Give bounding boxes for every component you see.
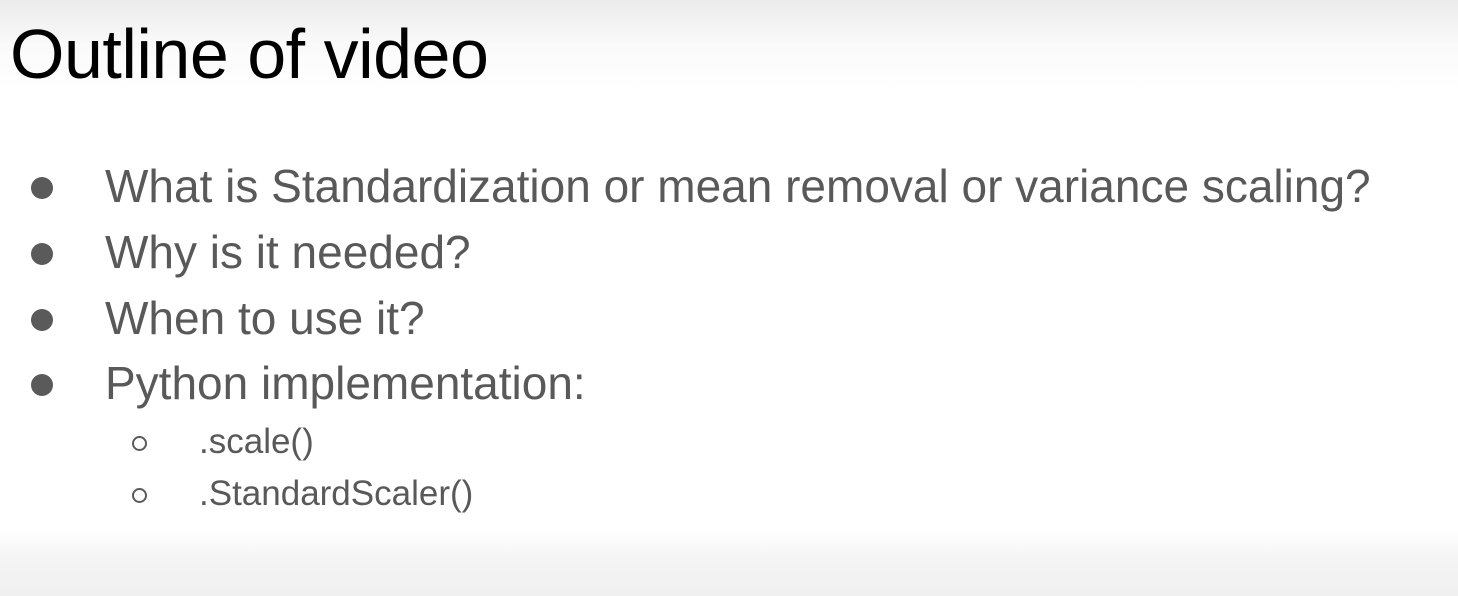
bullet-dot-icon: [31, 309, 53, 331]
sub-bullet-ring-icon: [132, 488, 147, 503]
bullet-item-when-to-use: When to use it?: [0, 290, 1458, 346]
sub-bullet-ring-icon: [132, 436, 147, 451]
bullet-text: Python implementation:: [105, 357, 586, 409]
sub-bullet-text: .StandardScaler(): [199, 474, 474, 513]
sub-bullet-item-scale: .scale(): [0, 420, 1458, 464]
bullet-item-python-implementation: Python implementation:: [0, 355, 1458, 411]
bullet-item-standardization: What is Standardization or mean removal …: [0, 158, 1458, 214]
sub-bullet-text: .scale(): [199, 422, 314, 461]
slide: Outline of video What is Standardization…: [0, 0, 1458, 596]
bullet-dot-icon: [31, 177, 53, 199]
bullet-dot-icon: [31, 374, 53, 396]
sub-bullet-item-standardscaler: .StandardScaler(): [0, 472, 1458, 516]
bullet-dot-icon: [31, 243, 53, 265]
bullet-text: When to use it?: [105, 292, 425, 344]
bullet-text: Why is it needed?: [105, 226, 471, 278]
slide-title: Outline of video: [10, 15, 489, 93]
bullet-text: What is Standardization or mean removal …: [105, 160, 1371, 212]
bullet-item-why-needed: Why is it needed?: [0, 224, 1458, 280]
